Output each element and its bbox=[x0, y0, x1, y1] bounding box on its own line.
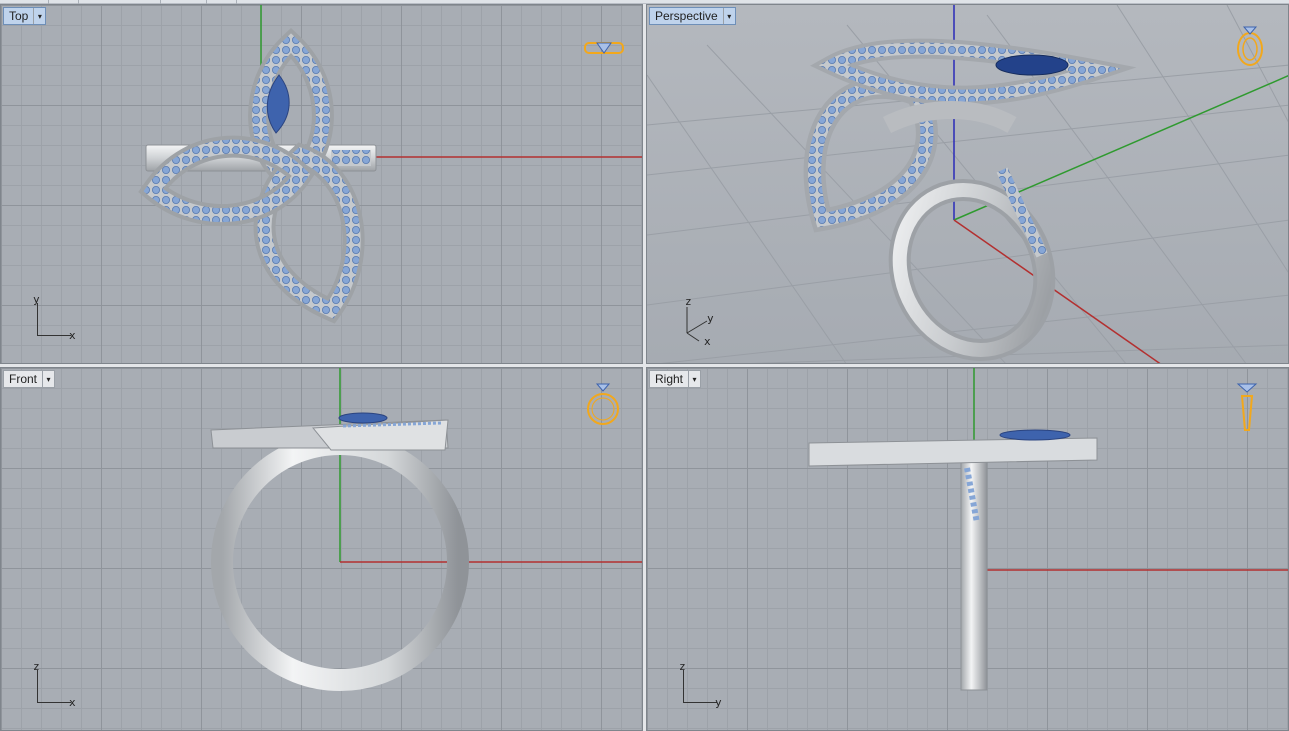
axis-label: z bbox=[679, 660, 686, 673]
viewport-top[interactable]: Top ▾ y x bbox=[0, 4, 643, 364]
front-view-scene bbox=[210, 368, 642, 691]
marquise-center-stone bbox=[338, 412, 388, 424]
viewport-title-perspective[interactable]: Perspective ▾ bbox=[649, 7, 736, 25]
axis-label: y bbox=[715, 696, 722, 709]
axis-indicator-icon: y x bbox=[31, 293, 81, 342]
axis-label: y bbox=[33, 293, 40, 306]
viewport-title-front[interactable]: Front ▾ bbox=[3, 370, 56, 388]
ring-thumbnail-icon bbox=[1237, 26, 1263, 66]
ring-shank bbox=[960, 457, 988, 691]
viewport-label: Perspective bbox=[655, 9, 718, 23]
viewport-label: Right bbox=[655, 372, 684, 386]
axis-label: z bbox=[33, 660, 40, 673]
viewport-right[interactable]: Right ▾ z y bbox=[646, 367, 1289, 731]
dropdown-arrow-icon[interactable]: ▾ bbox=[722, 8, 735, 24]
ring-thumbnail-icon bbox=[584, 42, 624, 54]
axis-label: z bbox=[685, 295, 692, 308]
marquise-center-stone bbox=[999, 429, 1071, 441]
top-view-scene bbox=[138, 5, 642, 324]
dropdown-arrow-icon[interactable]: ▾ bbox=[688, 371, 700, 387]
marquise-center-stone bbox=[995, 54, 1069, 76]
axis-label: x bbox=[704, 335, 711, 348]
viewport-splitter-horizontal[interactable] bbox=[0, 364, 1289, 367]
dropdown-arrow-icon[interactable]: ▾ bbox=[33, 8, 45, 24]
top-setting-profile bbox=[808, 437, 1098, 467]
ring-thumbnail-icon bbox=[587, 383, 619, 425]
viewport-splitter-vertical[interactable] bbox=[643, 4, 646, 731]
viewport-front[interactable]: Front ▾ z x bbox=[0, 367, 643, 731]
ring-thumbnail-icon bbox=[1236, 383, 1258, 431]
axis-label: x bbox=[69, 696, 76, 709]
dropdown-arrow-icon[interactable]: ▾ bbox=[42, 371, 54, 387]
viewport-perspective[interactable]: Perspective ▾ z y x bbox=[646, 4, 1289, 364]
viewport-label: Front bbox=[9, 372, 38, 386]
axis-label: y bbox=[707, 312, 714, 325]
axis-indicator-icon: z x bbox=[31, 660, 81, 709]
axis-label: x bbox=[69, 329, 76, 342]
viewport-label: Top bbox=[9, 9, 29, 23]
axis-indicator-icon: z y bbox=[677, 660, 727, 709]
shank-pave bbox=[331, 150, 371, 166]
right-view-scene bbox=[808, 368, 1288, 691]
viewport-title-top[interactable]: Top ▾ bbox=[3, 7, 47, 25]
viewport-title-right[interactable]: Right ▾ bbox=[649, 370, 702, 388]
perspective-view-scene bbox=[647, 5, 1288, 363]
inner-petal-band bbox=[882, 101, 1017, 134]
